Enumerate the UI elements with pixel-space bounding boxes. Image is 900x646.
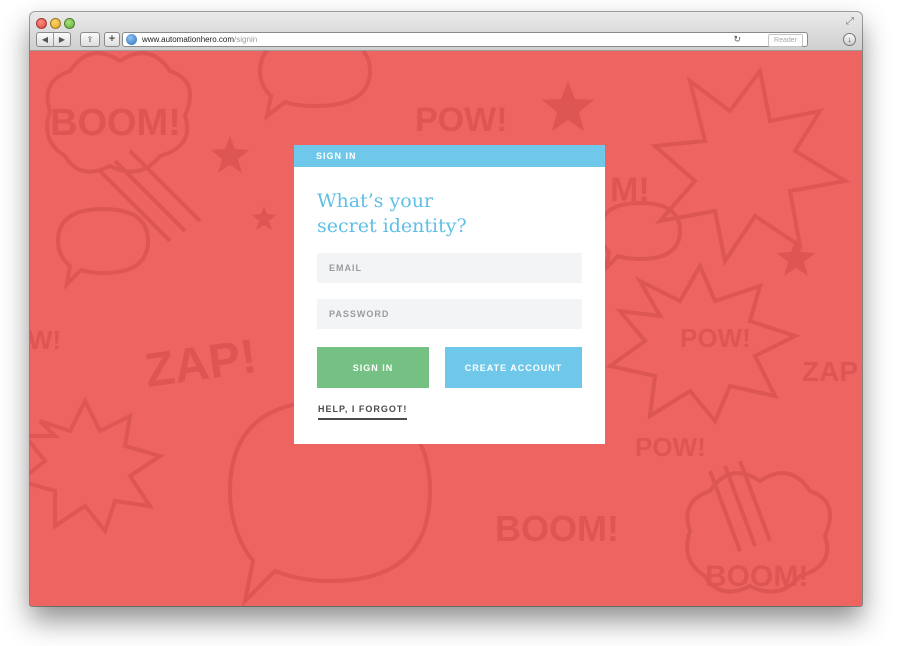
signin-card: SIGN IN What’s your secret identity? SIG…	[294, 145, 605, 444]
download-icon[interactable]: ↓	[843, 33, 856, 46]
bg-word-zap: ZAP!	[142, 330, 260, 398]
star-shape	[542, 81, 594, 131]
bg-word-pow: POW!	[415, 101, 508, 139]
bg-word-boom-2: BOOM!	[495, 508, 619, 549]
page-title: What’s your secret identity?	[317, 189, 587, 239]
speech-bubble-shape	[55, 206, 151, 290]
close-window-button[interactable]	[36, 18, 47, 29]
url-path: /signin	[234, 35, 258, 44]
minimize-window-button[interactable]	[50, 18, 61, 29]
star-shape	[211, 136, 249, 173]
bg-word-boom: BOOM!	[50, 102, 181, 144]
browser-toolbar: ⤢ ◀ ▶ ⇪ + www.automationhero.com/signin …	[30, 12, 862, 51]
back-icon[interactable]: ◀	[37, 33, 53, 46]
title-line-2: secret identity?	[317, 215, 467, 237]
share-button[interactable]: ⇪	[80, 32, 100, 47]
bg-word-zap-2: ZAP	[802, 356, 858, 387]
forward-icon[interactable]: ▶	[53, 33, 70, 46]
add-bookmark-button[interactable]: +	[104, 32, 120, 47]
address-bar[interactable]: www.automationhero.com/signin ↻ Reader	[122, 32, 808, 47]
history-nav: ◀ ▶	[36, 32, 71, 47]
reader-button[interactable]: Reader	[768, 34, 803, 47]
browser-window: ⤢ ◀ ▶ ⇪ + www.automationhero.com/signin …	[30, 12, 862, 606]
bg-word-m: M!	[610, 171, 650, 209]
globe-icon	[126, 34, 137, 45]
bg-word-pow-3: POW!	[635, 432, 706, 462]
burst-shape	[30, 396, 165, 536]
bg-word-boom-3: BOOM!	[705, 560, 808, 593]
bg-word-w: W!	[30, 325, 61, 355]
signin-button[interactable]: SIGN IN	[317, 347, 429, 388]
bg-word-pow-2: POW!	[680, 323, 751, 353]
forgot-password-link[interactable]: HELP, I FORGOT!	[318, 404, 408, 420]
star-shape	[777, 239, 815, 276]
title-line-1: What’s your	[317, 190, 434, 212]
email-field[interactable]	[317, 253, 582, 283]
burst-shape	[650, 66, 851, 267]
speech-bubble-shape	[257, 51, 373, 121]
page-viewport: BOOM! POW! ZAP! W! M! POW! ZAP POW! BOOM…	[30, 51, 862, 606]
share-icon: ⇪	[86, 35, 94, 44]
password-field[interactable]	[317, 299, 582, 329]
signin-card-header: SIGN IN	[294, 145, 605, 167]
zoom-window-button[interactable]	[64, 18, 75, 29]
url-text: www.automationhero.com/signin	[142, 34, 257, 46]
reload-icon[interactable]: ↻	[733, 33, 741, 46]
fullscreen-icon[interactable]: ⤢	[844, 16, 856, 28]
add-bookmark-icon: +	[108, 33, 116, 45]
url-host: www.automationhero.com	[142, 35, 235, 44]
create-account-button[interactable]: CREATE ACCOUNT	[445, 347, 582, 388]
star-shape	[252, 206, 276, 230]
